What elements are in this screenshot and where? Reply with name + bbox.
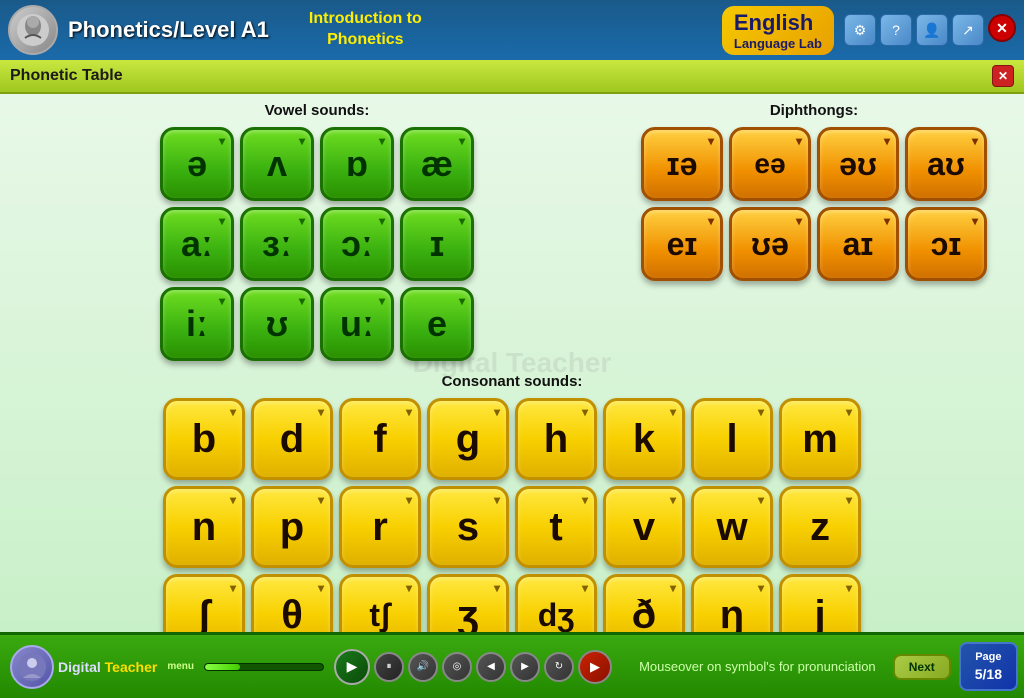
vowel-row-3: iː ʊ uː e [20,287,614,361]
vowel-btn-small-i[interactable]: ɪ [400,207,474,281]
consonant-row-1: b d f g h k l m [163,398,861,480]
profile-icon[interactable]: 👤 [916,14,948,46]
english-lab-branding: English Language Lab [722,6,834,55]
digital-teacher-logo: Digital Teacher [10,645,157,689]
vowel-row-1: ə ʌ ɒ æ [20,127,614,201]
consonant-btn-th-voiced[interactable]: ð [603,574,685,632]
consonant-btn-th-unvoiced[interactable]: θ [251,574,333,632]
bottom-bar: Digital Teacher menu ▶ ⏸ 🔊 ◎ ◀ ▶ ↻ ▶ Mou… [0,632,1024,698]
diphthong-btn-ua[interactable]: ʊə [729,207,811,281]
vowel-btn-ae[interactable]: æ [400,127,474,201]
diphthong-row-1: ɪə eə əʊ aʊ [624,127,1004,201]
consonant-btn-l[interactable]: l [691,398,773,480]
consonant-btn-dz[interactable]: dʒ [515,574,597,632]
dt-icon [10,645,54,689]
top-icons: ⚙ ? 👤 ↗ ✕ [844,14,1016,46]
consonant-btn-w[interactable]: w [691,486,773,568]
consonant-btn-h[interactable]: h [515,398,597,480]
consonant-btn-p[interactable]: p [251,486,333,568]
progress-track [204,663,324,671]
vowel-btn-er[interactable]: ɜː [240,207,314,281]
vowel-btn-oo[interactable]: uː [320,287,394,361]
media-controls: ▶ ⏸ 🔊 ◎ ◀ ▶ ↻ ▶ [334,649,612,685]
share-icon[interactable]: ↗ [952,14,984,46]
play-button[interactable]: ▶ [334,649,370,685]
vowel-btn-aw[interactable]: ɔː [320,207,394,281]
diphthong-row-2: eɪ ʊə aɪ ɔɪ [624,207,1004,281]
consonant-grid: b d f g h k l m n p r s t v w z ʃ θ [20,398,1004,632]
consonant-btn-sh[interactable]: ʃ [163,574,245,632]
diphthong-btn-ea[interactable]: eə [729,127,811,201]
diphthong-section: Diphthongs: ɪə eə əʊ aʊ eɪ ʊə aɪ ɔɪ [624,102,1004,361]
top-close-button[interactable]: ✕ [988,14,1016,42]
consonant-btn-z[interactable]: z [779,486,861,568]
consonant-btn-zh[interactable]: ʒ [427,574,509,632]
phonetic-close-button[interactable]: ✕ [992,65,1014,87]
page-badge: Page 5/18 [959,642,1018,690]
settings-icon[interactable]: ⚙ [844,14,876,46]
vowel-label: Vowel sounds: [20,102,614,119]
consonant-btn-m[interactable]: m [779,398,861,480]
dt-label: Digital Teacher [58,659,157,675]
record-button[interactable]: ▶ [578,650,612,684]
vowel-btn-a-long[interactable]: aː [160,207,234,281]
subtitle: Introduction to Phonetics [309,9,422,51]
refresh-button[interactable]: ↻ [544,652,574,682]
diphthong-btn-ia[interactable]: ɪə [641,127,723,201]
consonant-btn-n[interactable]: n [163,486,245,568]
consonant-btn-ng[interactable]: ŋ [691,574,773,632]
consonant-btn-t[interactable]: t [515,486,597,568]
consonant-btn-s[interactable]: s [427,486,509,568]
vowel-btn-schwa[interactable]: ə [160,127,234,201]
english-lab-text: English Language Lab [734,10,822,51]
pause-button[interactable]: ⏸ [374,652,404,682]
phonetic-table-header: Phonetic Table ✕ [0,60,1024,94]
vowel-btn-upsilon[interactable]: ʊ [240,287,314,361]
menu-label: menu [167,661,194,672]
vowel-btn-open-o[interactable]: ɒ [320,127,394,201]
main-content: Digital Teacher Vowel sounds: ə ʌ ɒ æ aː… [0,94,1024,632]
vowel-btn-wedge[interactable]: ʌ [240,127,314,201]
vowel-btn-e[interactable]: e [400,287,474,361]
diphthong-grid: ɪə eə əʊ aʊ eɪ ʊə aɪ ɔɪ [624,127,1004,281]
consonant-btn-r[interactable]: r [339,486,421,568]
consonant-section: Consonant sounds: b d f g h k l m n p r … [0,369,1024,632]
consonant-btn-ch[interactable]: tʃ [339,574,421,632]
consonant-btn-b[interactable]: b [163,398,245,480]
diphthong-btn-ou[interactable]: əʊ [817,127,899,201]
phonetic-table-title: Phonetic Table [10,67,123,85]
diphthong-btn-ei[interactable]: eɪ [641,207,723,281]
vowel-btn-ee[interactable]: iː [160,287,234,361]
vowel-row-2: aː ɜː ɔː ɪ [20,207,614,281]
forward-button[interactable]: ▶ [510,652,540,682]
vowel-grid: ə ʌ ɒ æ aː ɜː ɔː ɪ iː ʊ uː e [20,127,614,361]
diphthong-btn-oi[interactable]: ɔɪ [905,207,987,281]
sounds-container: Vowel sounds: ə ʌ ɒ æ aː ɜː ɔː ɪ iː ʊ [0,94,1024,369]
volume-button[interactable]: 🔊 [408,652,438,682]
next-button[interactable]: Next [893,654,951,680]
back-button[interactable]: ◀ [476,652,506,682]
diphthong-label: Diphthongs: [624,102,1004,119]
top-bar: Phonetics/Level A1 Introduction to Phone… [0,0,1024,60]
diphthong-btn-ai[interactable]: aɪ [817,207,899,281]
help-icon[interactable]: ? [880,14,912,46]
app-logo [8,5,58,55]
status-text: Mouseover on symbol's for pronunciation [622,659,893,674]
consonant-btn-v[interactable]: v [603,486,685,568]
consonant-row-2: n p r s t v w z [163,486,861,568]
consonant-btn-j[interactable]: j [779,574,861,632]
consonant-btn-d[interactable]: d [251,398,333,480]
diphthong-btn-au[interactable]: aʊ [905,127,987,201]
audio-button[interactable]: ◎ [442,652,472,682]
consonant-label: Consonant sounds: [20,373,1004,390]
consonant-row-3: ʃ θ tʃ ʒ dʒ ð ŋ j [163,574,861,632]
consonant-btn-g[interactable]: g [427,398,509,480]
app-title: Phonetics/Level A1 [68,17,269,43]
consonant-btn-f[interactable]: f [339,398,421,480]
vowel-section: Vowel sounds: ə ʌ ɒ æ aː ɜː ɔː ɪ iː ʊ [20,102,614,361]
progress-fill [205,664,240,670]
progress-bar-container [204,663,324,671]
consonant-btn-k[interactable]: k [603,398,685,480]
